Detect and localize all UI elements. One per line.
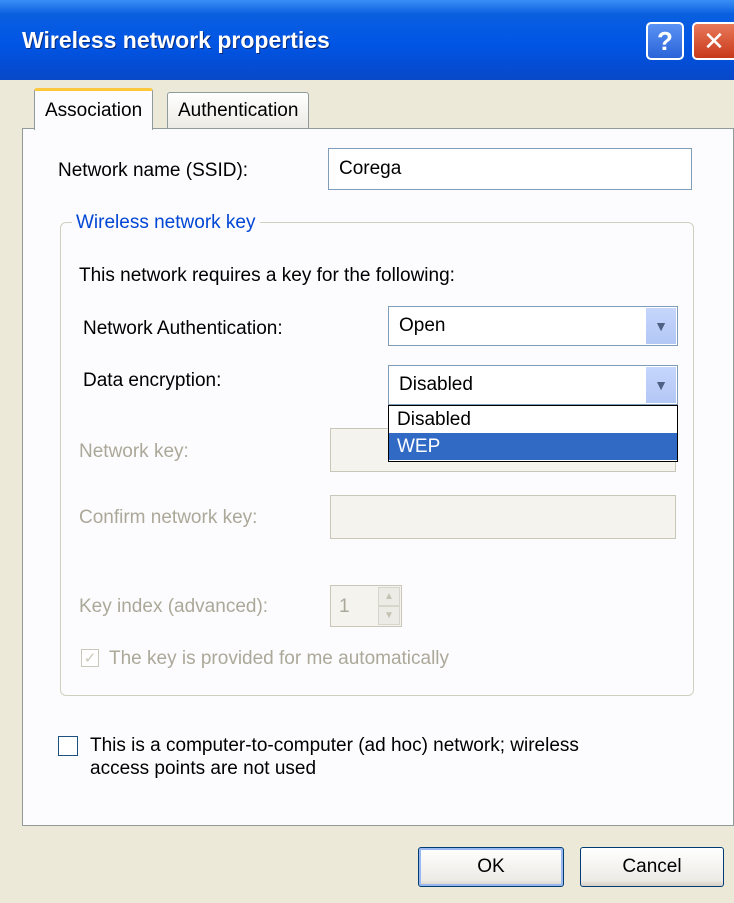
adhoc-label-line-2: access points are not used bbox=[90, 758, 317, 779]
auto-key-checkbox[interactable]: ✓ bbox=[81, 649, 99, 667]
ok-button-label: OK bbox=[477, 856, 505, 877]
adhoc-label: This is a computer-to-computer (ad hoc) … bbox=[90, 734, 579, 780]
spin-down-icon[interactable]: ▼ bbox=[378, 606, 400, 625]
ssid-value: Corega bbox=[339, 158, 402, 179]
adhoc-label-line-1: This is a computer-to-computer (ad hoc) … bbox=[90, 735, 579, 756]
data-encryption-label: Data encryption: bbox=[83, 370, 222, 391]
network-auth-label: Network Authentication: bbox=[83, 318, 283, 339]
key-index-label: Key index (advanced): bbox=[79, 596, 269, 617]
adhoc-checkbox[interactable] bbox=[58, 736, 78, 756]
tab-association-label: Association bbox=[45, 99, 143, 121]
cancel-button[interactable]: Cancel bbox=[580, 847, 724, 887]
group-legend: Wireless network key bbox=[72, 212, 260, 234]
tab-association[interactable]: Association bbox=[34, 88, 154, 130]
ssid-input[interactable]: Corega bbox=[328, 148, 692, 190]
encryption-option-wep[interactable]: WEP bbox=[389, 433, 677, 460]
spin-up-icon[interactable]: ▲ bbox=[378, 587, 400, 606]
checkmark-icon: ✓ bbox=[83, 650, 97, 667]
ssid-label: Network name (SSID): bbox=[58, 160, 249, 181]
network-key-label: Network key: bbox=[79, 441, 189, 462]
chevron-down-icon[interactable]: ▼ bbox=[645, 367, 676, 403]
confirm-key-input[interactable] bbox=[330, 495, 676, 539]
data-encryption-select[interactable]: Disabled ▼ bbox=[388, 365, 678, 405]
auto-key-label: The key is provided for me automatically bbox=[109, 648, 450, 669]
help-icon: ? bbox=[657, 25, 673, 56]
encryption-dropdown-list[interactable]: Disabled WEP bbox=[388, 405, 678, 462]
ok-button[interactable]: OK bbox=[418, 847, 564, 887]
help-button[interactable]: ? bbox=[646, 22, 684, 60]
tab-authentication-label: Authentication bbox=[178, 99, 299, 121]
key-index-spinner[interactable]: 1 ▲ ▼ bbox=[330, 585, 402, 627]
network-auth-value: Open bbox=[399, 315, 446, 336]
title-bar[interactable]: Wireless network properties ? ✕ bbox=[0, 0, 734, 80]
key-intro-text: This network requires a key for the foll… bbox=[79, 265, 455, 286]
cancel-button-label: Cancel bbox=[622, 856, 682, 877]
tab-authentication[interactable]: Authentication bbox=[167, 92, 310, 128]
data-encryption-value: Disabled bbox=[399, 374, 473, 395]
close-icon: ✕ bbox=[703, 25, 725, 56]
network-auth-select[interactable]: Open ▼ bbox=[388, 306, 678, 346]
window-title: Wireless network properties bbox=[22, 27, 330, 53]
confirm-key-label: Confirm network key: bbox=[79, 507, 258, 528]
key-index-value: 1 bbox=[339, 596, 350, 617]
close-button[interactable]: ✕ bbox=[692, 22, 734, 60]
chevron-down-icon[interactable]: ▼ bbox=[645, 308, 676, 344]
encryption-option-disabled[interactable]: Disabled bbox=[389, 406, 677, 433]
